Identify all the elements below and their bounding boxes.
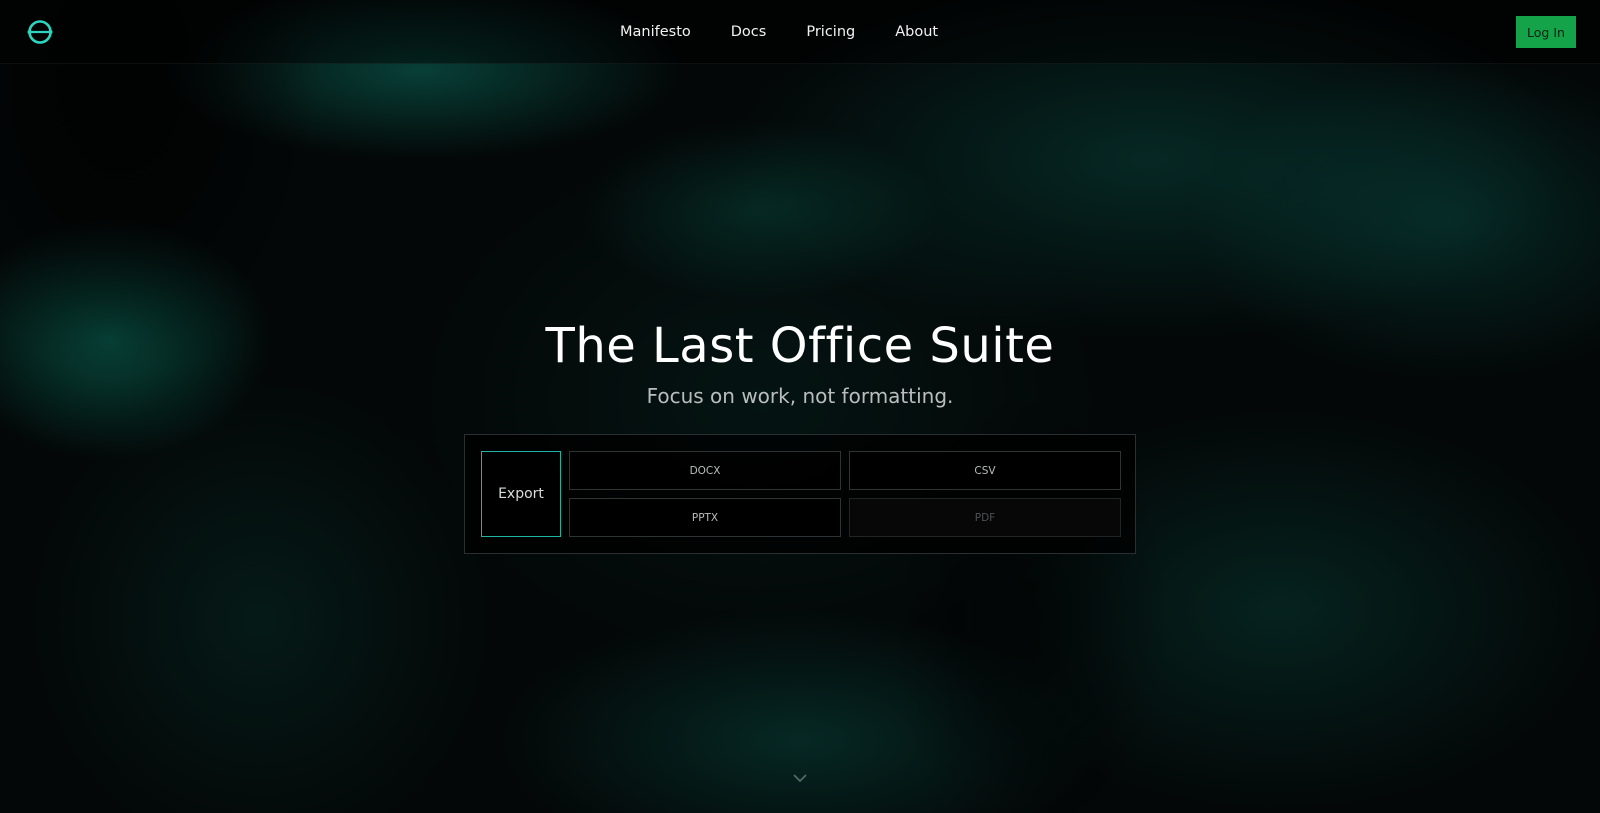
nav-link-docs[interactable]: Docs [731,24,767,40]
format-option-pdf: PDF [849,498,1121,537]
hero-title: The Last Office Suite [545,318,1055,374]
export-panel: Export DOCX CSV PPTX PDF [464,434,1136,554]
nav-link-manifesto[interactable]: Manifesto [620,24,691,40]
top-nav-bar: Manifesto Docs Pricing About Log In [0,0,1600,64]
logo-icon[interactable] [27,19,53,45]
hero-subtitle: Focus on work, not formatting. [646,384,954,408]
format-option-pptx[interactable]: PPTX [569,498,841,537]
login-button[interactable]: Log In [1516,16,1576,48]
chevron-down-icon[interactable] [792,772,808,784]
nav-link-pricing[interactable]: Pricing [806,24,855,40]
format-option-docx[interactable]: DOCX [569,451,841,490]
export-button[interactable]: Export [481,451,561,537]
format-option-csv[interactable]: CSV [849,451,1121,490]
main-nav: Manifesto Docs Pricing About [620,0,938,64]
nav-link-about[interactable]: About [895,24,938,40]
